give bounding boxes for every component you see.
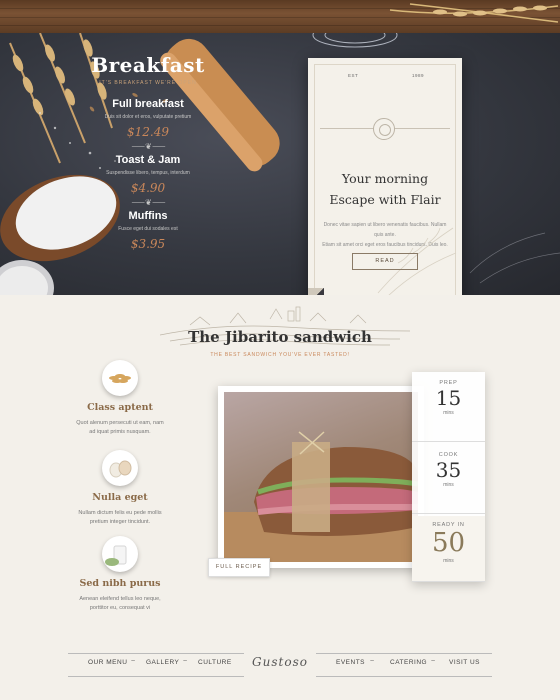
menu-item-name: Full breakfast [112, 98, 184, 110]
eggs-icon [102, 450, 138, 486]
ready-time: READY IN 50 mins [412, 516, 485, 582]
menu-title: Breakfast [91, 53, 205, 77]
feature-title: Class aptent [87, 402, 153, 413]
flourish-icon: ⸺ ❦ ⸺ [131, 142, 166, 151]
breakfast-menu: Breakfast IT'S BREAKFAST WE'RE OPEN Full… [78, 53, 218, 251]
menu-item-price: $12.49 [127, 125, 169, 139]
menu-item-price: $3.95 [130, 237, 166, 251]
cook-time: COOK 35 mins [412, 452, 485, 514]
menu-item-name: Muffins [128, 210, 168, 222]
prep-time: PREP 15 mins [412, 380, 485, 442]
feature-item: Nulla eget Nullam dictum felis eu pede m… [70, 450, 170, 527]
whisk-icon [312, 33, 398, 48]
recipe-times-panel: PREP 15 mins COOK 35 mins READY IN 50 mi… [412, 372, 485, 582]
nav-events[interactable]: EVENTS [336, 659, 365, 666]
feature-title: Sed nibh purus [79, 578, 161, 589]
full-recipe-button[interactable]: FULL RECIPE [208, 558, 270, 577]
menu-subtitle: IT'S BREAKFAST WE'RE OPEN [99, 80, 197, 86]
hero-section: Breakfast IT'S BREAKFAST WE'RE OPEN Full… [0, 33, 560, 295]
nav-gallery[interactable]: GALLERY [146, 659, 179, 666]
feature-desc: Nullam dictum felis eu pede mollis pretiu… [78, 510, 162, 525]
card-year: 1989 [412, 73, 425, 78]
menu-item-desc: Fusce eget dui sodales est [118, 226, 178, 232]
nav-separator: ~ [183, 658, 188, 665]
nav-our-menu[interactable]: OUR MENU [88, 659, 127, 666]
menu-item: Toast & Jam Suspendisse libero, tempus, … [78, 154, 218, 208]
nav-separator: ~ [370, 658, 375, 665]
wheat-sketch-icon [377, 227, 457, 295]
read-button[interactable]: READ [352, 253, 418, 270]
menu-item-desc: Suspendisse libero, tempus, interdum [106, 170, 190, 176]
emblem-icon [373, 118, 395, 140]
feature-title: Nulla eget [92, 492, 148, 503]
nav-visit-us[interactable]: VISIT US [449, 659, 480, 666]
card-heading: Your morning Escape with Flair [329, 171, 441, 207]
menu-item-desc: Duis sit dolor et eros, vulputate pretiu… [104, 114, 192, 120]
card-est-label: EST [348, 73, 359, 78]
feature-desc: Quot alenum persecuti ut eam, nam ad iqua… [76, 420, 164, 435]
sandwich-photo [224, 392, 418, 562]
wheat-decoration-icon [389, 3, 559, 23]
wood-banner [0, 0, 560, 33]
nav-catering[interactable]: CATERING [390, 659, 427, 666]
feature-item: Sed nibh purus Aenean eleifend tellus le… [70, 536, 170, 613]
page-fold [308, 288, 324, 295]
menu-item-name: Toast & Jam [115, 154, 181, 166]
feature-desc: Aenean eleifend tellus leo neque, porttit… [79, 596, 161, 611]
milk-icon [102, 536, 138, 572]
promo-card: EST 1989 Your morning Escape with Flair … [308, 58, 462, 295]
section-subtitle: THE BEST SANDWICH YOU'VE EVER TASTED! [210, 352, 350, 358]
flourish-icon: ⸺ ❦ ⸺ [131, 198, 166, 207]
sandwich-photo-frame [218, 386, 424, 568]
nav-separator: ~ [431, 658, 436, 665]
menu-item-price: $4.90 [130, 181, 166, 195]
section-title: The Jibarito sandwich [188, 328, 372, 346]
menu-item: Full breakfast Duis sit dolor et eros, v… [78, 98, 218, 152]
nav-culture[interactable]: CULTURE [198, 659, 232, 666]
feature-item: Class aptent Quot alenum persecuti ut ea… [70, 360, 170, 437]
nav-separator: ~ [131, 658, 136, 665]
sandwich-icon [224, 431, 418, 562]
site-logo[interactable]: Gustoso [245, 655, 315, 669]
wheat-icon [102, 360, 138, 396]
menu-item: Muffins Fusce eget dui sodales est $3.95 [78, 210, 218, 251]
